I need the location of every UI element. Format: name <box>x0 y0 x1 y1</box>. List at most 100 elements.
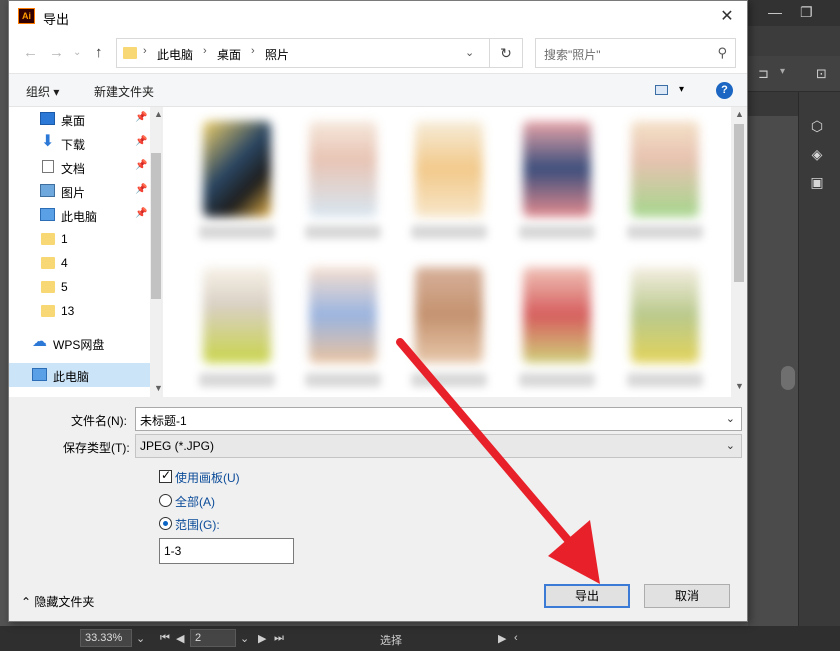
nav-item-this-pc-root[interactable]: 此电脑 <box>9 363 150 387</box>
nav-item-folder-4[interactable]: 4 <box>9 251 150 275</box>
pin-icon[interactable]: 📌 <box>135 112 147 123</box>
zoom-chevron-icon[interactable]: ⌄ <box>136 632 145 645</box>
address-bar[interactable]: › 此电脑 › 桌面 › 照片 ⌄ <box>116 38 496 68</box>
prev-artboard-icon[interactable]: ◀ <box>176 632 184 645</box>
file-thumbnail[interactable] <box>203 267 271 363</box>
recent-chevron-icon[interactable]: ⌄ <box>73 47 81 58</box>
file-thumbnail[interactable] <box>631 121 699 217</box>
artboard-number-field[interactable]: 2 <box>190 629 236 647</box>
chevron-down-icon[interactable]: ⌄ <box>726 439 735 452</box>
chevron-right-icon[interactable]: › <box>143 45 147 57</box>
file-thumbnail[interactable] <box>415 121 483 217</box>
up-arrow-icon[interactable]: ↑ <box>95 44 103 61</box>
file-thumbnail[interactable] <box>309 121 377 217</box>
organize-menu[interactable]: 组织 ▾ <box>26 83 59 100</box>
folder-icon <box>41 305 55 317</box>
all-radio[interactable] <box>159 494 172 507</box>
chevron-right-icon[interactable]: › <box>251 45 255 57</box>
nav-item-desktop[interactable]: 桌面 📌 <box>9 107 150 131</box>
file-list-scrollbar[interactable]: ▲ ▼ <box>731 107 747 397</box>
range-input[interactable]: 1-3 <box>159 538 294 564</box>
file-thumbnail[interactable] <box>523 121 591 217</box>
artboard-chevron-icon[interactable]: ⌄ <box>240 632 249 645</box>
chevron-down-icon[interactable]: ⌄ <box>726 412 735 425</box>
help-icon[interactable]: ? <box>716 82 733 99</box>
nav-pane-scroll-thumb[interactable] <box>151 153 161 299</box>
chevron-right-icon[interactable]: › <box>203 45 207 57</box>
nav-item-pictures[interactable]: 图片 📌 <box>9 179 150 203</box>
range-radio-label[interactable]: 范围(G): <box>175 516 220 533</box>
search-input[interactable]: 搜索"照片" ⚲ <box>535 38 736 68</box>
status-menu-icon[interactable]: ▶ <box>498 632 506 645</box>
nav-item-this-pc[interactable]: 此电脑 📌 <box>9 203 150 227</box>
scroll-down-icon[interactable]: ▼ <box>735 381 744 391</box>
use-artboards-label[interactable]: 使用画板(U) <box>175 469 240 486</box>
pin-icon[interactable]: 📌 <box>135 208 147 219</box>
pin-icon[interactable]: 📌 <box>135 136 147 147</box>
file-thumbnail[interactable] <box>631 267 699 363</box>
layers-icon[interactable]: ◈ <box>809 146 825 162</box>
transform-icon[interactable]: ⊡ <box>816 66 827 82</box>
forward-arrow-icon[interactable]: → <box>49 44 64 61</box>
first-artboard-icon[interactable]: ⏮ <box>160 632 170 645</box>
last-artboard-icon[interactable]: ⏭ <box>274 632 284 645</box>
restore-icon[interactable]: ❐ <box>800 4 813 21</box>
align-icon[interactable]: ⊐ <box>758 66 769 82</box>
pin-icon[interactable]: 📌 <box>135 160 147 171</box>
view-options-icon[interactable] <box>655 85 668 95</box>
nav-item-folder-5[interactable]: 5 <box>9 275 150 299</box>
export-button[interactable]: 导出 <box>544 584 630 608</box>
breadcrumb-this-pc[interactable]: 此电脑 <box>157 46 193 63</box>
minimize-icon[interactable]: — <box>768 4 782 20</box>
scroll-down-icon[interactable]: ▼ <box>154 383 161 393</box>
zoom-field[interactable]: 33.33% <box>80 629 132 647</box>
folder-icon <box>41 257 55 269</box>
file-thumbnail[interactable] <box>415 267 483 363</box>
refresh-button[interactable]: ↻ <box>489 38 523 68</box>
nav-pane-scrollbar[interactable]: ▲ ▼ <box>150 107 161 397</box>
file-caption <box>519 225 595 239</box>
nav-item-folder-1[interactable]: 1 <box>9 227 150 251</box>
back-arrow-icon[interactable]: ← <box>23 44 38 61</box>
range-radio[interactable] <box>159 517 172 530</box>
all-radio-label[interactable]: 全部(A) <box>175 493 215 510</box>
file-thumbnail[interactable] <box>523 267 591 363</box>
navigation-pane: 桌面 📌 ⬇ 下载 📌 文档 📌 图片 📌 此电脑 📌 1 4 5 13 ☁ W… <box>9 107 162 397</box>
cube-icon[interactable]: ⬡ <box>809 118 825 134</box>
scroll-up-icon[interactable]: ▲ <box>735 109 744 119</box>
app-scroll-thumb[interactable] <box>781 366 795 390</box>
nav-item-folder-13[interactable]: 13 <box>9 299 150 323</box>
file-thumbnail[interactable] <box>203 121 271 217</box>
cancel-button[interactable]: 取消 <box>644 584 730 608</box>
export-dialog: Ai 导出 ✕ ← → ⌄ ↑ › 此电脑 › 桌面 › 照片 ⌄ ↻ 搜索"照… <box>8 0 748 622</box>
navigation-row: ← → ⌄ ↑ › 此电脑 › 桌面 › 照片 ⌄ ↻ 搜索"照片" ⚲ <box>9 33 747 73</box>
breadcrumb-desktop[interactable]: 桌面 <box>217 46 241 63</box>
download-icon: ⬇ <box>41 133 55 150</box>
nav-item-label: 1 <box>61 232 68 246</box>
use-artboards-checkbox[interactable]: ✓ <box>159 468 172 483</box>
artboards-icon[interactable]: ▣ <box>809 174 825 190</box>
file-caption <box>519 373 595 387</box>
nav-item-wps-cloud[interactable]: ☁ WPS网盘 <box>9 331 150 355</box>
hscroll-left-icon[interactable]: ‹ <box>514 632 518 644</box>
nav-item-downloads[interactable]: ⬇ 下载 📌 <box>9 131 150 155</box>
pin-icon[interactable]: 📌 <box>135 184 147 195</box>
current-tool-label: 选择 <box>380 635 402 647</box>
dialog-footer: ⌃ 隐藏文件夹 导出 取消 <box>9 576 747 621</box>
file-caption <box>199 225 275 239</box>
next-artboard-icon[interactable]: ▶ <box>258 632 266 645</box>
close-button[interactable]: ✕ <box>709 3 745 31</box>
chevron-down-icon[interactable]: ▾ <box>679 84 684 95</box>
file-thumbnail[interactable] <box>309 267 377 363</box>
filename-input[interactable]: 未标题-1 ⌄ <box>135 407 742 431</box>
chevron-down-icon[interactable]: ▾ <box>780 66 785 77</box>
scroll-up-icon[interactable]: ▲ <box>154 109 161 119</box>
new-folder-button[interactable]: 新建文件夹 <box>94 83 154 100</box>
hide-folders-toggle[interactable]: ⌃ 隐藏文件夹 <box>21 593 94 610</box>
file-caption <box>411 225 487 239</box>
filetype-select[interactable]: JPEG (*.JPG) ⌄ <box>135 434 742 458</box>
breadcrumb-photos[interactable]: 照片 <box>265 46 289 63</box>
chevron-down-icon[interactable]: ⌄ <box>465 46 474 59</box>
file-list-scroll-thumb[interactable] <box>734 124 744 282</box>
nav-item-documents[interactable]: 文档 📌 <box>9 155 150 179</box>
